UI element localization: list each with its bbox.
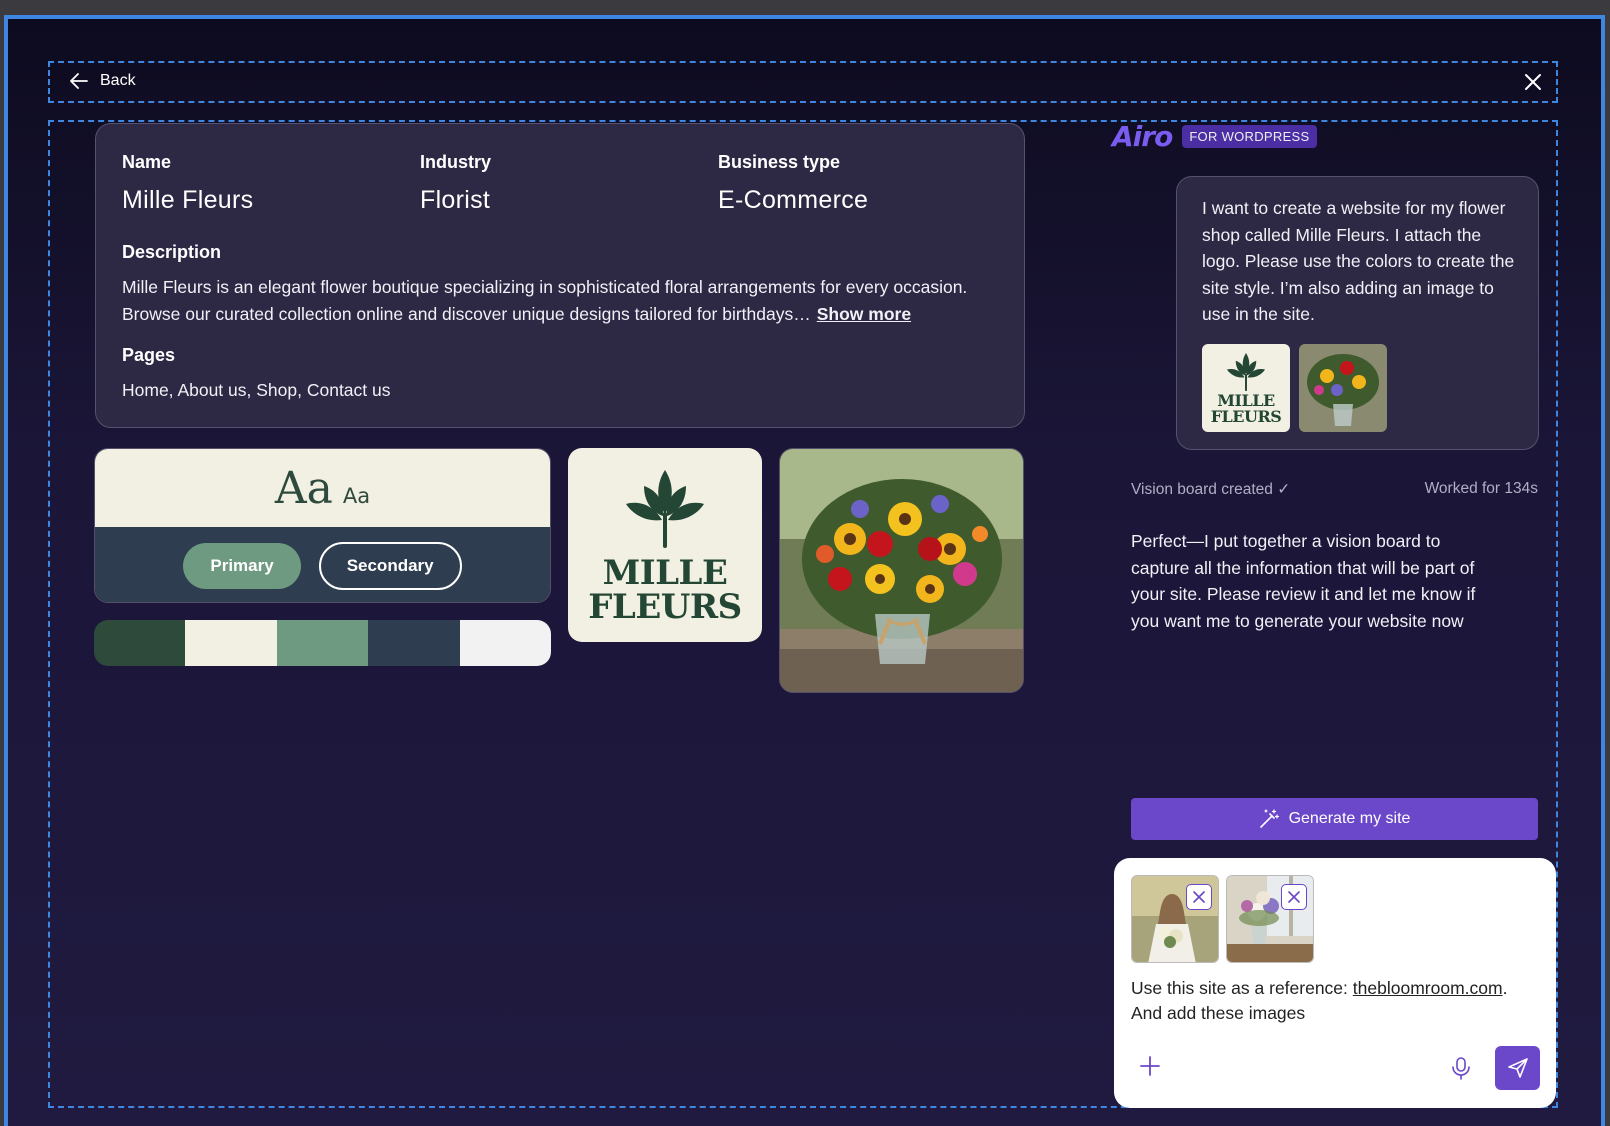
typography-card: Aa Aa Primary Secondary bbox=[94, 448, 551, 603]
swatch-dark-green bbox=[94, 620, 186, 666]
business-info-card: Name Mille Fleurs Industry Florist Busin… bbox=[95, 123, 1025, 428]
font-sample: Aa Aa bbox=[95, 449, 550, 527]
body-font-sample: Aa bbox=[342, 484, 371, 508]
swatch-sage bbox=[276, 620, 369, 666]
attached-logo-thumbnail[interactable]: MILLE FLEURS bbox=[1202, 344, 1290, 432]
message-composer: Use this site as a reference: thebloomro… bbox=[1114, 858, 1556, 1108]
brand-header: Airo FOR WORDPRESS bbox=[1112, 120, 1317, 153]
bouquet-photo bbox=[779, 448, 1024, 693]
thumbnail-logo-line-2: FLEURS bbox=[1210, 407, 1282, 426]
primary-button-sample[interactable]: Primary bbox=[183, 542, 301, 589]
send-button[interactable] bbox=[1495, 1046, 1540, 1090]
worked-time: Worked for 134s bbox=[1424, 480, 1538, 497]
swatch-light bbox=[459, 620, 551, 666]
plus-icon[interactable] bbox=[1138, 1054, 1162, 1078]
remove-attachment-button[interactable] bbox=[1186, 884, 1212, 910]
logo-line-1: MILLE bbox=[602, 553, 728, 593]
generate-site-label: Generate my site bbox=[1288, 810, 1411, 827]
vision-board-status: Vision board created ✓ bbox=[1131, 481, 1291, 498]
leaf-logo-icon bbox=[626, 470, 704, 548]
logo-card: MILLE FLEURS bbox=[568, 448, 762, 642]
wordpress-badge: FOR WORDPRESS bbox=[1182, 125, 1317, 148]
generate-site-button[interactable]: Generate my site bbox=[1131, 798, 1538, 840]
user-message-text: I want to create a website for my flower… bbox=[1202, 198, 1515, 324]
business-type-value: E-Commerce bbox=[718, 186, 869, 214]
heading-font-sample: Aa bbox=[274, 463, 333, 514]
remove-attachment-button[interactable] bbox=[1281, 884, 1307, 910]
name-value: Mille Fleurs bbox=[122, 186, 254, 214]
close-icon bbox=[1288, 891, 1300, 903]
attachment-bride-photo[interactable] bbox=[1131, 875, 1219, 963]
back-button[interactable]: Back bbox=[70, 72, 136, 90]
name-label: Name bbox=[122, 152, 172, 172]
magic-wand-icon bbox=[1259, 809, 1279, 828]
industry-value: Florist bbox=[420, 186, 491, 214]
reference-link[interactable]: thebloomroom.com bbox=[1353, 978, 1503, 998]
leaf-logo-icon bbox=[1226, 352, 1266, 392]
pages-value: Home, About us, Shop, Contact us bbox=[122, 380, 391, 400]
swatch-slate bbox=[368, 620, 460, 666]
show-more-link[interactable]: Show more bbox=[817, 304, 911, 324]
bouquet-thumbnail-image bbox=[1299, 344, 1387, 432]
microphone-icon[interactable] bbox=[1450, 1056, 1472, 1080]
logo-line-2: FLEURS bbox=[588, 587, 742, 627]
arrow-left-icon bbox=[70, 73, 88, 89]
pages-label: Pages bbox=[122, 345, 176, 365]
attachment-window-bouquet-photo[interactable] bbox=[1226, 875, 1314, 963]
bouquet-image bbox=[780, 449, 1023, 692]
close-icon[interactable] bbox=[1520, 69, 1546, 95]
color-palette bbox=[94, 620, 551, 666]
thumbnail-wordmark: MILLE FLEURS bbox=[1211, 393, 1282, 425]
attached-bouquet-thumbnail[interactable] bbox=[1299, 344, 1387, 432]
description-text: Mille Fleurs is an elegant flower boutiq… bbox=[122, 274, 1002, 328]
button-samples: Primary Secondary bbox=[95, 527, 550, 602]
logo-wordmark: MILLE FLEURS bbox=[588, 553, 742, 627]
swatch-cream bbox=[185, 620, 277, 666]
composer-input[interactable]: Use this site as a reference: thebloomro… bbox=[1131, 976, 1541, 1026]
secondary-button-sample[interactable]: Secondary bbox=[318, 541, 462, 590]
airo-logo: Airo bbox=[1112, 120, 1173, 153]
composer-text-before: Use this site as a reference: bbox=[1131, 978, 1353, 998]
user-message-bubble: I want to create a website for my flower… bbox=[1176, 176, 1539, 450]
assistant-message: Perfect—I put together a vision board to… bbox=[1131, 531, 1476, 631]
business-type-label: Business type bbox=[718, 152, 841, 172]
industry-label: Industry bbox=[420, 152, 492, 172]
description-label: Description bbox=[122, 242, 222, 262]
send-icon bbox=[1507, 1058, 1528, 1078]
back-label: Back bbox=[100, 72, 136, 89]
close-icon bbox=[1193, 891, 1205, 903]
top-bar: Back bbox=[48, 61, 1558, 103]
